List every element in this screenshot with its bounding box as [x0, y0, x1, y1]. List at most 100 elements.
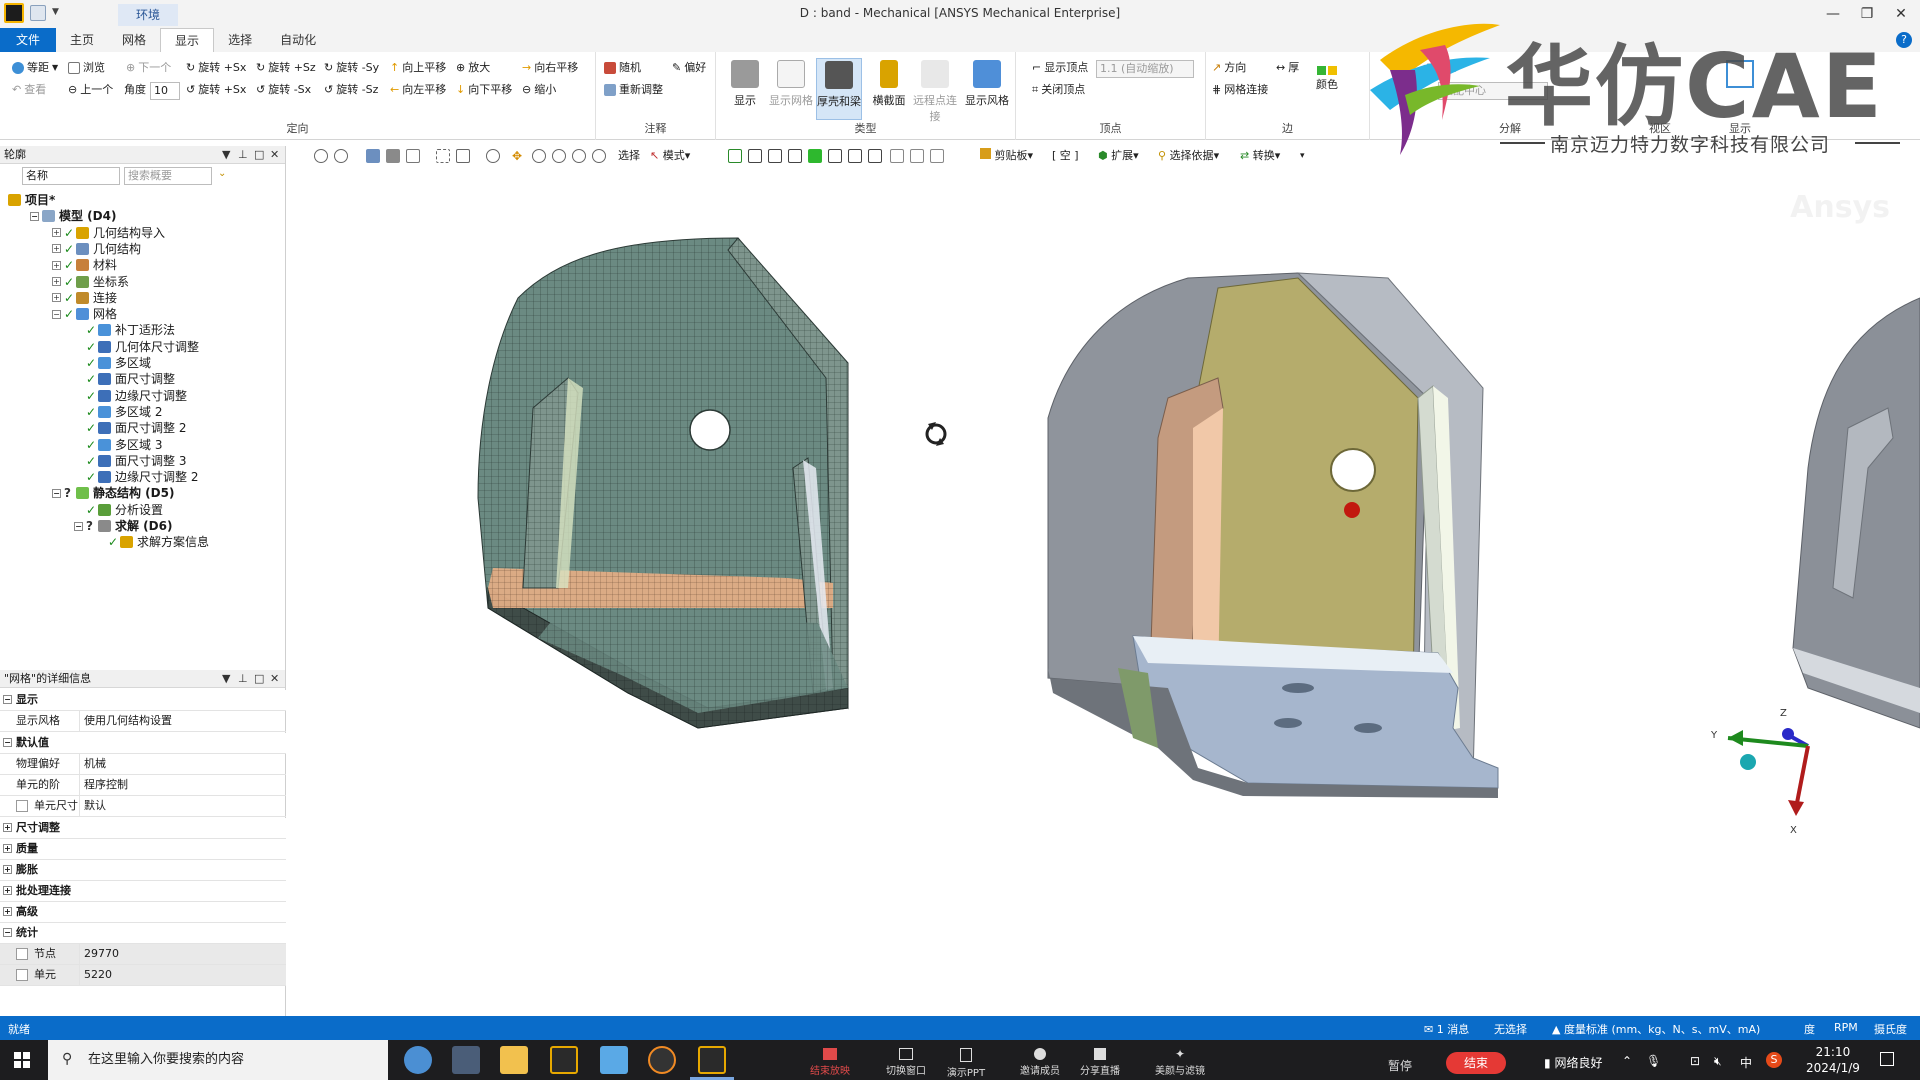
display-style-button[interactable]: 显示风格: [964, 58, 1010, 120]
rec-invite-button[interactable]: 邀请成员: [1010, 1048, 1070, 1077]
outline-search-input[interactable]: 搜索概要: [124, 167, 212, 185]
parameter-checkbox[interactable]: [16, 948, 28, 960]
windows-start-icon[interactable]: [14, 1052, 30, 1068]
details-category[interactable]: + 尺寸调整: [0, 818, 286, 839]
details-property-row[interactable]: 显示风格 使用几何结构设置: [0, 711, 286, 732]
rotate-view-icon[interactable]: [486, 149, 500, 163]
view-button[interactable]: ↶ 查看: [12, 80, 46, 100]
tree-node[interactable]: + ✓ 连接: [52, 290, 117, 306]
tray-chevron-icon[interactable]: ⌃: [1622, 1054, 1632, 1068]
meeting-app-icon[interactable]: [648, 1046, 676, 1074]
select-vertex-icon[interactable]: [728, 149, 742, 163]
magnifier-window-icon[interactable]: [592, 149, 606, 163]
select-edge-icon[interactable]: [748, 149, 762, 163]
maximize-icon[interactable]: □: [254, 670, 264, 688]
expand-icon[interactable]: +: [3, 844, 12, 853]
pan-right-button[interactable]: → 向右平移: [522, 58, 578, 78]
previous-button[interactable]: ⊖ 上一个: [68, 80, 113, 100]
expand-icon[interactable]: +: [3, 886, 12, 895]
close-vertices-button[interactable]: ⌗ 关闭顶点: [1032, 80, 1085, 100]
tab-display[interactable]: 显示: [160, 28, 215, 52]
select-face-icon[interactable]: [768, 149, 782, 163]
rec-pause-button[interactable]: 暂停: [1388, 1057, 1412, 1074]
direction-button[interactable]: ↗ 方向: [1212, 58, 1246, 78]
tree-node[interactable]: − 模型 (D4): [30, 208, 116, 224]
comment-icon[interactable]: [910, 149, 924, 163]
collapse-icon[interactable]: −: [3, 738, 12, 747]
reset-button[interactable]: ↺ 重置: [1422, 58, 1456, 78]
pan-down-button[interactable]: ↓ 向下平移: [456, 80, 512, 100]
box-zoom-icon[interactable]: [456, 149, 470, 163]
layout-icon[interactable]: [1726, 60, 1754, 88]
zoom-box-icon[interactable]: [552, 149, 566, 163]
tree-node[interactable]: ✓ 多区域: [74, 355, 151, 371]
preference-button[interactable]: ✎ 偏好: [672, 58, 706, 78]
details-property-row[interactable]: 物理偏好 机械: [0, 754, 286, 775]
rpm-unit[interactable]: RPM: [1834, 1021, 1858, 1034]
pin-icon[interactable]: ⊥: [238, 670, 248, 688]
network-status[interactable]: ▮ 网络良好: [1544, 1054, 1602, 1071]
remote-point-connection-button[interactable]: 远程点连接: [912, 58, 958, 123]
collapse-icon[interactable]: −: [52, 488, 61, 498]
graphics-viewport[interactable]: Ansys Z Y X: [288, 168, 1920, 1016]
collapse-icon[interactable]: −: [52, 309, 61, 319]
temperature-unit[interactable]: 摄氏度: [1874, 1021, 1907, 1037]
property-value[interactable]: 机械: [84, 754, 284, 774]
network-tray-icon[interactable]: ⊡: [1690, 1054, 1700, 1068]
filter-dropdown-icon[interactable]: ⌄: [218, 168, 226, 179]
expand-icon[interactable]: +: [52, 293, 61, 303]
extend-button[interactable]: ⬢ 扩展▾: [1098, 148, 1139, 164]
panel-menu-icon[interactable]: ▼: [222, 670, 230, 688]
tree-node[interactable]: ✓ 补丁适形法: [74, 322, 175, 338]
tab-home[interactable]: 主页: [56, 28, 108, 52]
file-explorer-app-icon[interactable]: [500, 1046, 528, 1074]
details-category[interactable]: + 批处理连接: [0, 881, 286, 902]
toolbar-overflow-icon[interactable]: ▾: [1300, 148, 1305, 164]
zoom-fit-icon[interactable]: [572, 149, 586, 163]
zoom-icon[interactable]: [532, 149, 546, 163]
show-button[interactable]: 显示: [722, 58, 768, 120]
select-element-icon[interactable]: [848, 149, 862, 163]
property-value[interactable]: 程序控制: [84, 775, 284, 795]
cross-section-button[interactable]: 横截面: [866, 58, 912, 120]
close-button[interactable]: ✕: [1886, 4, 1916, 24]
rotate-minus-sz-button[interactable]: ↺ 旋转 -Sz: [324, 80, 378, 100]
tab-automation[interactable]: 自动化: [266, 28, 330, 52]
select-by-button[interactable]: ⚲ 选择依据▾: [1158, 148, 1219, 164]
restore-button[interactable]: ❐: [1852, 4, 1882, 24]
tree-node[interactable]: ✓ 多区域 2: [74, 404, 162, 420]
thick-button[interactable]: ↔ 厚: [1276, 58, 1299, 78]
expand-icon[interactable]: +: [52, 277, 61, 286]
tree-node[interactable]: ✓ 面尺寸调整 2: [74, 420, 186, 436]
property-value[interactable]: 5220: [84, 965, 284, 985]
show-mesh-button[interactable]: 显示网格: [768, 58, 814, 120]
details-category[interactable]: − 统计: [0, 923, 286, 944]
assembly-center-combo[interactable]: 装配中心: [1438, 82, 1548, 100]
expand-icon[interactable]: +: [52, 244, 61, 254]
expand-icon[interactable]: +: [3, 865, 12, 874]
details-category[interactable]: − 默认值: [0, 733, 286, 754]
select-element-face-icon[interactable]: [828, 149, 842, 163]
details-category[interactable]: − 显示: [0, 690, 286, 711]
collapse-icon[interactable]: −: [3, 928, 12, 937]
close-icon[interactable]: ✕: [270, 146, 279, 164]
tree-node[interactable]: ✓ 边缘尺寸调整: [74, 388, 187, 404]
browser-app-icon[interactable]: [404, 1046, 432, 1074]
rec-end-button[interactable]: 结束: [1446, 1052, 1506, 1074]
workbench-app-icon[interactable]: [550, 1046, 578, 1074]
rec-end-show-button[interactable]: 结束放映: [800, 1048, 860, 1077]
image-icon[interactable]: [930, 149, 944, 163]
zoom-in-button[interactable]: ⊕ 放大: [456, 58, 490, 78]
select-tag-icon[interactable]: [890, 149, 904, 163]
select-body-icon[interactable]: [788, 149, 802, 163]
view-cube-icon[interactable]: [366, 149, 380, 163]
tree-node[interactable]: + ✓ 几何结构: [52, 241, 141, 257]
collapse-icon[interactable]: −: [74, 521, 83, 531]
pan-left-button[interactable]: ← 向左平移: [390, 80, 446, 100]
zoom-in-icon[interactable]: [314, 149, 328, 163]
microphone-icon[interactable]: 🎙︎: [1646, 1054, 1661, 1068]
tab-mesh[interactable]: 网格: [108, 28, 160, 52]
details-category[interactable]: + 膨胀: [0, 860, 286, 881]
pan-up-button[interactable]: ↑ 向上平移: [390, 58, 446, 78]
zoom-out-button[interactable]: ⊖ 缩小: [522, 80, 556, 100]
